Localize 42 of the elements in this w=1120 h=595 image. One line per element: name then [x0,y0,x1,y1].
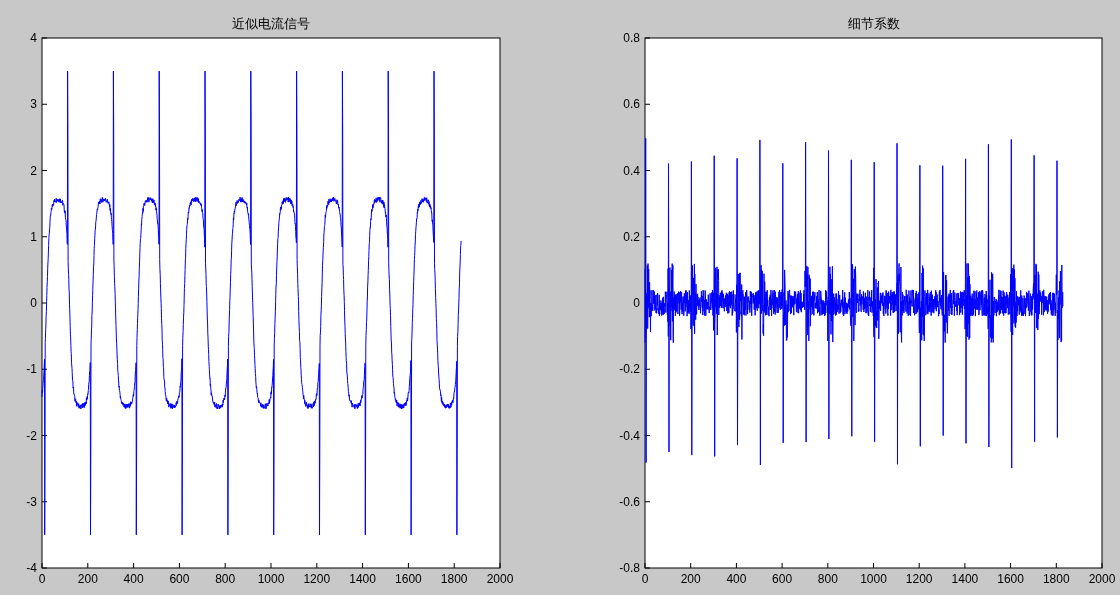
axis-tick-label: 2000 [1088,572,1116,586]
axis-tick-label: 1 [30,229,37,244]
axis-tick-label: 600 [169,572,190,586]
axis-tick-label: 800 [817,572,838,586]
axis-tick-label: 200 [77,572,98,586]
axis-tick-label: 1200 [303,572,331,586]
axis-tick-label: -2 [26,428,37,443]
axis-tick-label: -0.2 [619,362,640,377]
axis-tick-label: 1800 [440,572,468,586]
axis-tick-label: 200 [680,572,701,586]
axis-tick-label: 2000 [486,572,514,586]
axis-tick-label: 1400 [951,572,979,586]
axis-tick-label: -4 [26,561,37,575]
axis-tick-label: 0 [633,296,640,310]
axis-tick-label: -1 [26,362,37,377]
axis-tick-label: -0.8 [619,561,640,575]
axis-tick-label: 2 [30,163,37,178]
axis-tick-label: 1400 [349,572,376,586]
axis-tick-label: 1000 [860,572,887,586]
axis-tick-label: -3 [26,494,37,509]
axis-tick-label: 0.4 [623,163,640,178]
axis-tick-label: 1600 [997,572,1024,586]
axis-tick-label: 1600 [395,572,422,586]
axis-tick-label: 0 [38,572,46,586]
chart-title: 近似电流信号 [232,16,310,31]
axis-tick-label: 400 [726,572,747,586]
axis-tick-label: 600 [772,572,793,586]
axis-tick-label: 1000 [257,572,285,586]
axis-tick-label: 0 [30,296,37,310]
axis-tick-label: 400 [123,572,144,586]
axis-tick-label: 0.2 [623,229,640,244]
axis-tick-label: 0 [641,572,649,586]
axis-tick-label: 3 [30,97,37,112]
axis-tick-label: 1200 [905,572,933,586]
axis-tick-label: 800 [215,572,236,586]
axis-tick-label: -0.4 [619,428,640,443]
axis-tick-label: 1800 [1042,572,1070,586]
axis-tick-label: -0.6 [619,494,640,509]
axis-tick-label: 4 [30,31,37,45]
axis-tick-label: 0.6 [623,97,640,112]
axis-tick-label: 0.8 [623,31,640,45]
chart-title: 细节系数 [847,16,900,31]
